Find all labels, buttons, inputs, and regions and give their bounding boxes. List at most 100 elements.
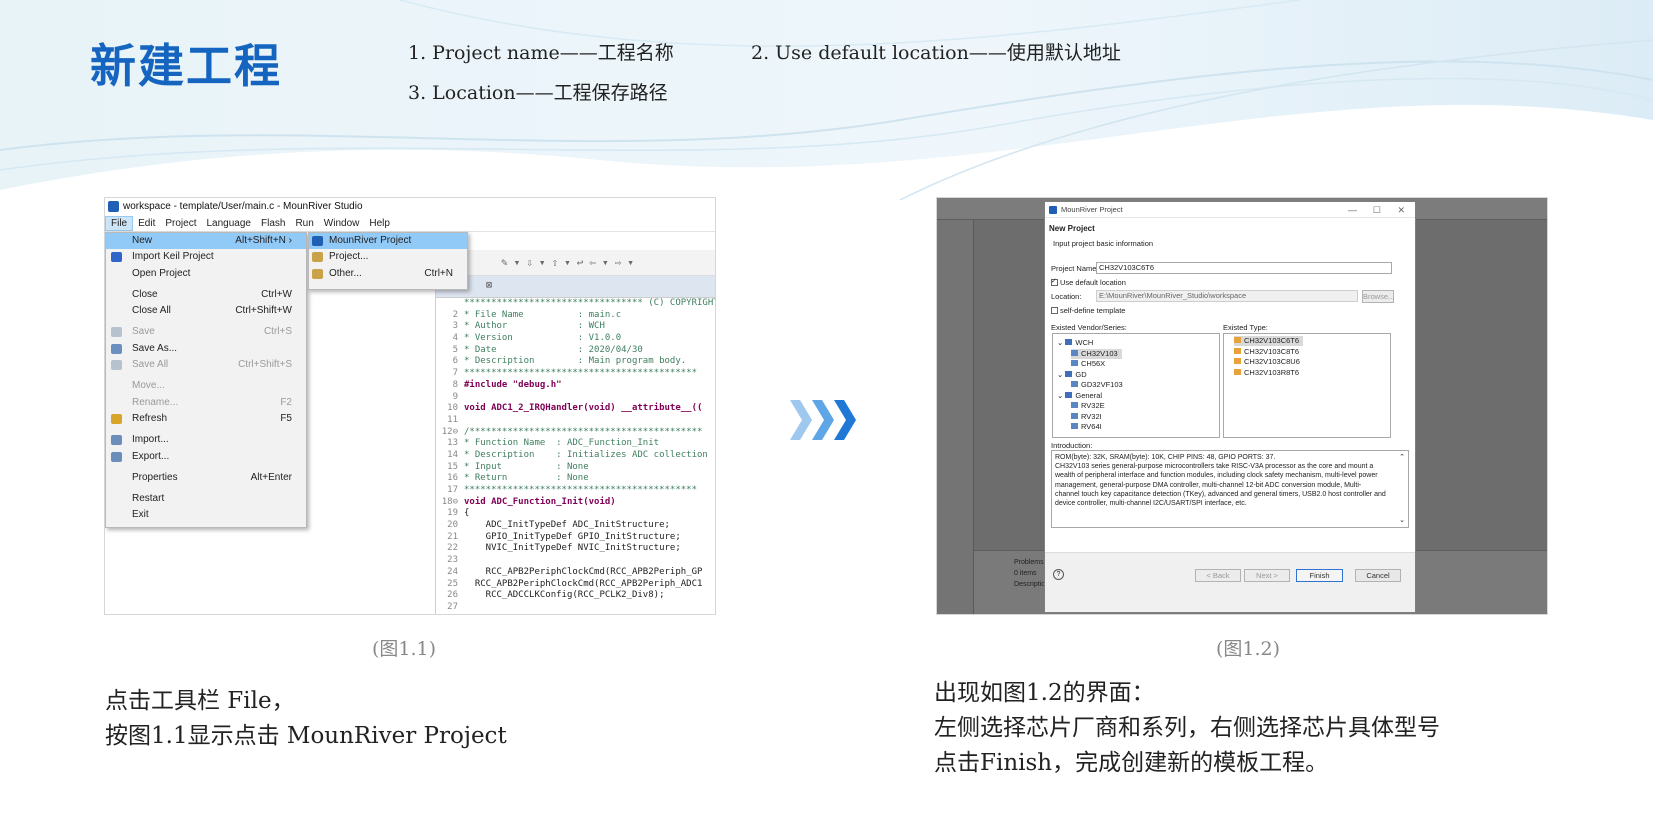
chip-icon: [1071, 349, 1078, 356]
page-title: 新建工程: [90, 39, 282, 93]
window-title: workspace - template/User/main.c - MounR…: [123, 201, 363, 212]
code-line: 13 * Function Name : ADC_Function_Init: [436, 438, 715, 450]
menu-window[interactable]: Window: [319, 216, 365, 231]
toolbar-icons[interactable]: ✎▾⇩▾⇧▾↩⇦▾⇨▾: [501, 256, 640, 269]
menu-flash[interactable]: Flash: [256, 216, 290, 231]
menu-item-save[interactable]: Save Ctrl+S: [106, 324, 306, 340]
menu-item-other[interactable]: Other... Ctrl+N: [309, 266, 467, 282]
menu-item-label: Open Project: [132, 267, 191, 279]
line-number: 18⊖: [441, 496, 458, 507]
code-line: 16 * Return : None: [436, 473, 715, 485]
menu-item-new[interactable]: New Alt+Shift+N ›: [106, 233, 306, 250]
project-name-label: Project Name:: [1051, 264, 1099, 273]
code-line: 14 * Description : Initializes ADC collec…: [436, 450, 715, 462]
help-icon[interactable]: ?: [1053, 569, 1064, 580]
scroll-down-icon[interactable]: ⌄: [1399, 516, 1405, 525]
use-default-location-row[interactable]: Use default location: [1051, 277, 1126, 287]
tree-item[interactable]: ⌄ General: [1057, 391, 1106, 401]
vendor-series-tree: ⌄ WCH CH32V103 CH56X ⌄ GD GD32VF103 ⌄ General…: [1052, 333, 1220, 438]
code-text: GPIO_InitTypeDef GPIO_InitStructure;: [464, 531, 681, 542]
menu-item-import-keil-project[interactable]: Import Keil Project: [106, 249, 306, 265]
menu-item-close-all[interactable]: Close All Ctrl+Shift+W: [106, 303, 306, 319]
code-line: 28 GPIO_InitStructure.GPIO_Pin = GPIO_Pi…: [436, 614, 715, 615]
menu-file[interactable]: File: [105, 216, 134, 231]
tree-item-label: GD32VF103: [1081, 380, 1123, 389]
chevron-down-icon[interactable]: ⌄: [1057, 391, 1065, 400]
finish-button[interactable]: Finish: [1296, 569, 1343, 582]
tree-item-label: RV32E: [1081, 401, 1105, 410]
use-default-location-checkbox[interactable]: [1051, 277, 1058, 286]
tree-item-label: CH56X: [1081, 359, 1106, 368]
chevron-down-icon[interactable]: ⌄: [1057, 370, 1065, 379]
tree-item[interactable]: CH56X: [1071, 359, 1109, 369]
menu-help[interactable]: Help: [364, 216, 395, 231]
menu-item-save-as[interactable]: Save As...: [106, 341, 306, 357]
back-button[interactable]: < Back: [1195, 569, 1241, 582]
save-as-icon: [111, 343, 122, 354]
menu-item-export[interactable]: Export...: [106, 449, 306, 465]
dialog-header-subtitle: Input project basic information: [1053, 239, 1154, 248]
type-item[interactable]: CH32V103C6T6: [1234, 336, 1304, 346]
project-name-input[interactable]: CH32V103C6T6: [1096, 262, 1392, 274]
menu-item-open-project[interactable]: Open Project: [106, 266, 306, 282]
introduction-line: device controller, multi-channel I2C/USA…: [1055, 500, 1247, 508]
tree-item[interactable]: CH32V103: [1071, 348, 1122, 359]
menu-item-properties[interactable]: Properties Alt+Enter: [106, 470, 306, 486]
menu-run[interactable]: Run: [290, 216, 318, 231]
use-default-location-label: Use default location: [1060, 278, 1126, 287]
tree-item[interactable]: GD32VF103: [1071, 380, 1127, 390]
mounriver-icon: [312, 236, 323, 246]
figure-caption-right: (图1.2): [1216, 638, 1281, 660]
problems-tab[interactable]: Problems: [1014, 559, 1044, 566]
chevron-down-icon[interactable]: ⌄: [1057, 338, 1065, 347]
tree-item[interactable]: RV32E: [1071, 401, 1109, 411]
tree-item-label: RV32I: [1081, 411, 1102, 421]
menu-language[interactable]: Language: [201, 216, 256, 231]
type-item[interactable]: CH32V103R8T6: [1234, 368, 1303, 378]
description-right-line: 左侧选择芯片厂商和系列，右侧选择芯片具体型号: [934, 715, 1440, 741]
minimize-icon[interactable]: —: [1348, 202, 1357, 218]
scroll-up-icon[interactable]: ⌃: [1399, 453, 1405, 462]
menu-item-shortcut: F5: [280, 412, 292, 424]
code-text: {: [464, 508, 470, 519]
menu-item-exit[interactable]: Exit: [106, 507, 306, 523]
file-menu: New Alt+Shift+N › Import Keil Project Open …: [105, 232, 307, 528]
code-line: 26 RCC_ADCCLKConfig(RCC_PCLK2_Div8);: [436, 590, 715, 602]
browse-button[interactable]: Browse...: [1362, 290, 1394, 303]
location-input[interactable]: E:\MounRiver\MounRiver_Studio\workspace: [1096, 290, 1358, 302]
code-lines: ********************************* (C) CO…: [436, 298, 715, 615]
code-text: * Description : Main program body.: [464, 356, 687, 367]
cancel-button[interactable]: Cancel: [1355, 569, 1401, 582]
close-tab-icon[interactable]: ⊠: [486, 280, 492, 291]
tree-item[interactable]: RV32I: [1071, 412, 1106, 422]
menu-item-restart[interactable]: Restart: [106, 491, 306, 507]
line-number: 8: [452, 379, 458, 390]
chip-icon: [1071, 402, 1078, 408]
type-item[interactable]: CH32V103C8U6: [1234, 357, 1304, 367]
menu-item-project[interactable]: Project...: [309, 249, 467, 265]
menu-item-import[interactable]: Import...: [106, 432, 306, 448]
tree-item[interactable]: RV64I: [1071, 422, 1106, 432]
menu-item-close[interactable]: Close Ctrl+W: [106, 287, 306, 303]
type-item-label: CH32V103C8T6: [1244, 346, 1300, 356]
type-item[interactable]: CH32V103C8T6: [1234, 347, 1303, 357]
next-button[interactable]: Next >: [1244, 569, 1290, 582]
code-line: 24 RCC_APB2PeriphClockCmd(RCC_APB2Periph…: [436, 566, 715, 579]
menu-item-save-all[interactable]: Save All Ctrl+Shift+S: [106, 357, 306, 373]
tree-item[interactable]: ⌄ GD: [1057, 370, 1091, 380]
menu-item-move[interactable]: Move...: [106, 378, 306, 394]
menu-item-rename[interactable]: Rename... F2: [106, 395, 306, 411]
menu-edit[interactable]: Edit: [133, 216, 160, 231]
menu-item-mounriver-project[interactable]: MounRiver Project: [309, 233, 467, 250]
introduction-line: CH32V103 series general-purpose microcon…: [1055, 463, 1374, 471]
close-icon[interactable]: ✕: [1397, 202, 1405, 218]
menu-item-refresh[interactable]: Refresh F5: [106, 411, 306, 427]
maximize-icon[interactable]: ☐: [1373, 202, 1381, 218]
menu-project[interactable]: Project: [160, 216, 201, 231]
self-define-template-checkbox[interactable]: [1051, 307, 1058, 314]
self-define-template-row[interactable]: self-define template: [1051, 306, 1125, 315]
code-text: RCC_APB2PeriphClockCmd(RCC_APB2Periph_GP: [464, 566, 703, 577]
menu-item-shortcut: F2: [280, 396, 292, 408]
tree-item[interactable]: ⌄ WCH: [1057, 338, 1097, 348]
code-line: 21 GPIO_InitTypeDef GPIO_InitStructure;: [436, 531, 715, 544]
